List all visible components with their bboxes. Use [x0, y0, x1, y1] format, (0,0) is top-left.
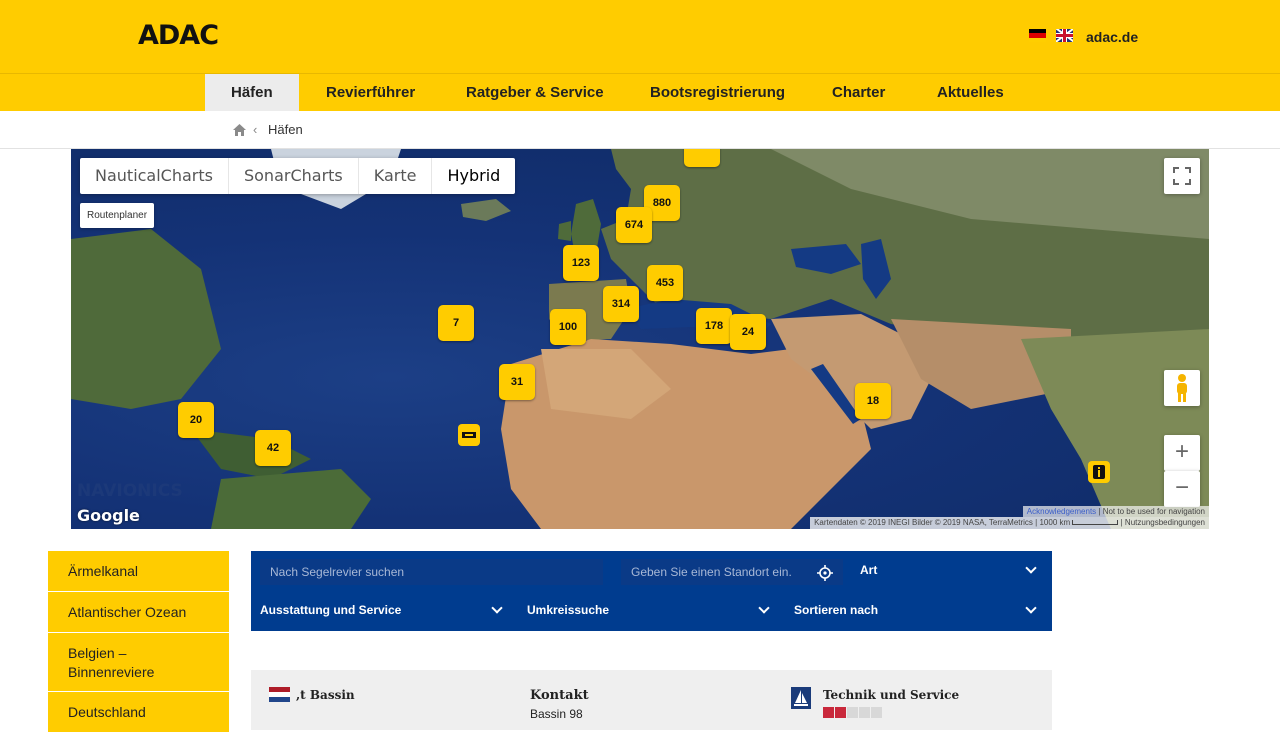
harbor-cluster[interactable]: 123: [563, 245, 599, 281]
terms-link[interactable]: Nutzungsbedingungen: [1125, 518, 1205, 527]
rating-icons: [823, 707, 882, 718]
locate-icon[interactable]: [817, 565, 833, 581]
map-type-hybrid[interactable]: Hybrid: [432, 158, 515, 194]
chevron-left-icon: ‹: [253, 122, 258, 137]
harbor-cluster[interactable]: 178: [696, 308, 732, 344]
ausstattung-dropdown[interactable]: Ausstattung und Service: [260, 603, 401, 617]
map-type-switcher: NauticalCharts SonarCharts Karte Hybrid: [80, 158, 516, 194]
zoom-out-button[interactable]: −: [1164, 471, 1200, 507]
breadcrumb-current: Häfen: [268, 122, 303, 137]
navionics-logo: NAVIONICS: [77, 481, 183, 501]
nav-item-revierfuehrer[interactable]: Revierführer: [300, 74, 441, 111]
fullscreen-button[interactable]: [1164, 158, 1200, 194]
nav-item-charter[interactable]: Charter: [806, 74, 911, 111]
route-planner-button[interactable]: Routenplaner: [80, 203, 155, 228]
google-logo: Google: [77, 506, 140, 525]
harbor-address: Bassin 98: [530, 707, 583, 721]
chevron-down-icon: [1025, 602, 1037, 614]
map-attribution: Kartendaten © 2019 INEGI Bilder © 2019 N…: [810, 517, 1209, 529]
map-scale: 1000 km: [1039, 518, 1071, 527]
map-type-sonarcharts[interactable]: SonarCharts: [229, 158, 359, 194]
rating-filled-icon: [823, 707, 834, 718]
harbor-cluster[interactable]: 42: [255, 430, 291, 466]
chevron-down-icon: [758, 602, 770, 614]
revier-search-input[interactable]: Nach Segelrevier suchen: [260, 559, 603, 585]
harbor-result-card[interactable]: ,t Bassin Kontakt Bassin 98 Technik und …: [251, 670, 1052, 730]
zoom-in-button[interactable]: +: [1164, 435, 1200, 471]
art-dropdown[interactable]: Art: [860, 563, 877, 577]
nav-item-haefen[interactable]: Häfen: [205, 74, 299, 111]
pegman-icon: [1177, 374, 1187, 402]
harbor-cluster[interactable]: 100: [550, 309, 586, 345]
harbor-marker[interactable]: [458, 424, 480, 446]
info-marker[interactable]: [1088, 461, 1110, 483]
breadcrumb: ‹ Häfen: [0, 111, 1280, 149]
harbor-cluster[interactable]: 31: [499, 364, 535, 400]
sidebar-item-deutschland[interactable]: Deutschland: [48, 692, 229, 732]
map-terrain: [71, 149, 1209, 529]
map-data-credit: Kartendaten © 2019 INEGI Bilder © 2019 N…: [814, 518, 1033, 527]
main-nav: Häfen Revierführer Ratgeber & Service Bo…: [0, 73, 1280, 111]
home-icon[interactable]: [233, 124, 246, 136]
sailboat-icon: [791, 687, 811, 709]
uk-flag-icon[interactable]: [1056, 29, 1073, 42]
rating-empty-icon: [859, 707, 870, 718]
location-input[interactable]: Geben Sie einen Standort ein.: [621, 559, 843, 585]
sidebar-item-aermelkanal[interactable]: Ärmelkanal: [48, 551, 229, 591]
search-filter-panel: Nach Segelrevier suchen Geben Sie einen …: [251, 551, 1052, 631]
harbor-cluster[interactable]: 674: [616, 207, 652, 243]
map-type-nauticalcharts[interactable]: NauticalCharts: [80, 158, 229, 194]
harbor-cluster[interactable]: 7: [438, 305, 474, 341]
rating-empty-icon: [871, 707, 882, 718]
harbor-cluster[interactable]: 453: [647, 265, 683, 301]
nav-item-ratgeber[interactable]: Ratgeber & Service: [440, 74, 630, 111]
harbor-cluster[interactable]: 18: [855, 383, 891, 419]
harbor-cluster[interactable]: 20: [178, 402, 214, 438]
kontakt-heading: Kontakt: [530, 688, 589, 703]
harbor-cluster[interactable]: 24: [730, 314, 766, 350]
sortieren-dropdown[interactable]: Sortieren nach: [794, 603, 878, 617]
nav-item-bootsregistrierung[interactable]: Bootsregistrierung: [624, 74, 811, 111]
nav-item-aktuelles[interactable]: Aktuelles: [911, 74, 1030, 111]
chevron-down-icon: [491, 602, 503, 614]
harbor-icon: [462, 432, 476, 438]
not-for-navigation-note: Not to be used for navigation: [1102, 507, 1205, 516]
scale-bar: [1072, 520, 1119, 526]
sidebar-item-atlantik[interactable]: Atlantischer Ozean: [48, 592, 229, 632]
adac-logo[interactable]: ADAC: [138, 20, 219, 51]
sidebar-item-belgien[interactable]: Belgien – Binnenreviere: [48, 633, 229, 691]
map-disclaimer: Acknowledgements | Not to be used for na…: [1022, 506, 1209, 517]
technik-heading: Technik und Service: [823, 688, 960, 702]
map-type-karte[interactable]: Karte: [359, 158, 433, 194]
de-flag-icon[interactable]: [1029, 29, 1046, 42]
header-bar: ADAC adac.de: [0, 0, 1280, 73]
chevron-down-icon: [1025, 562, 1037, 574]
rating-empty-icon: [847, 707, 858, 718]
harbor-cluster-edge[interactable]: [684, 149, 720, 167]
harbor-map[interactable]: NauticalCharts SonarCharts Karte Hybrid …: [71, 149, 1209, 529]
site-link[interactable]: adac.de: [1086, 29, 1138, 45]
acknowledgements-link[interactable]: Acknowledgements: [1027, 507, 1096, 516]
nl-flag-icon: [269, 687, 290, 702]
harbor-cluster[interactable]: 314: [603, 286, 639, 322]
info-icon: [1093, 465, 1105, 479]
pegman-button[interactable]: [1164, 370, 1200, 406]
rating-filled-icon: [835, 707, 846, 718]
umkreis-dropdown[interactable]: Umkreissuche: [527, 603, 609, 617]
harbor-name[interactable]: ,t Bassin: [296, 688, 355, 702]
fullscreen-icon: [1173, 167, 1191, 185]
